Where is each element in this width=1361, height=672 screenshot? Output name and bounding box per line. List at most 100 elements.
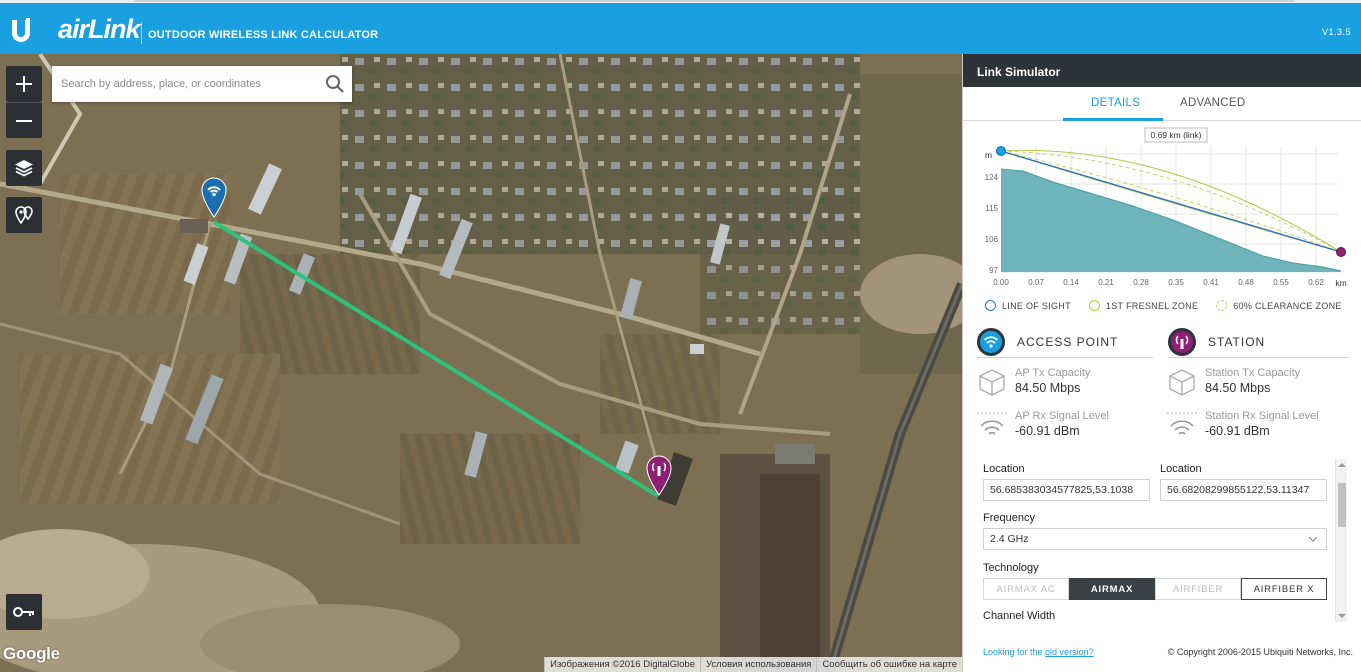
- line-of-sight-icon: [985, 300, 996, 311]
- satellite-map[interactable]: Google Изображения ©2016 DigitalGlobe Ус…: [0, 54, 962, 672]
- scroll-up-icon[interactable]: [1338, 462, 1346, 468]
- tech-airmax-ac-button[interactable]: AIRMAX AC: [983, 578, 1069, 600]
- station-tx-value: 84.50 Mbps: [1205, 381, 1271, 395]
- x-unit: km: [1335, 278, 1346, 288]
- x-tick: 0.35: [1168, 278, 1184, 287]
- y-tick: 124: [985, 173, 999, 182]
- access-point-marker[interactable]: [200, 176, 228, 218]
- old-version-link[interactable]: old version?: [1045, 647, 1094, 657]
- x-tick: 0.62: [1308, 278, 1324, 287]
- form-scrollbar[interactable]: [1335, 459, 1347, 622]
- imagery-credit: Изображения ©2016 DigitalGlobe: [544, 657, 700, 672]
- zoom-out-button[interactable]: [6, 102, 42, 138]
- tab-advanced[interactable]: ADVANCED: [1180, 97, 1245, 109]
- tab-details[interactable]: DETAILS: [1091, 97, 1140, 109]
- report-error-link[interactable]: Сообщить об ошибке на карте: [816, 657, 962, 672]
- copyright: © Copyright 2006-2015 Ubiquiti Networks,…: [1167, 647, 1353, 657]
- panel-tabs: DETAILS ADVANCED: [963, 87, 1361, 121]
- map-attribution: Изображения ©2016 DigitalGlobe Условия и…: [544, 657, 962, 672]
- search-box[interactable]: [52, 66, 352, 102]
- x-tick: 0.00: [993, 278, 1009, 287]
- link-settings-form: Location Location 56.685383034577825,53.…: [977, 459, 1335, 622]
- plus-icon: [16, 76, 32, 92]
- signal-icon: [977, 412, 1007, 435]
- station-endpoint[interactable]: [1336, 247, 1346, 257]
- map-layers-button[interactable]: [6, 150, 42, 186]
- technology-label: Technology: [983, 562, 1039, 574]
- access-point-header: ACCESS POINT: [977, 326, 1153, 358]
- search-icon[interactable]: [324, 73, 346, 95]
- station-rx-signal: Station Rx Signal Level -60.91 dBm: [1167, 410, 1319, 440]
- link-simulator-panel: Link Simulator DETAILS ADVANCED 0.69 km …: [962, 54, 1361, 672]
- frequency-value: 2.4 GHz: [990, 533, 1029, 545]
- browser-edge: [0, 0, 1361, 3]
- ap-rx-value: -60.91 dBm: [1015, 424, 1080, 438]
- tech-airfiber-button[interactable]: AIRFIBER: [1155, 578, 1241, 600]
- locations-button[interactable]: [6, 197, 42, 233]
- ap-tx-label: AP Tx Capacity: [1015, 367, 1091, 379]
- access-point-title: ACCESS POINT: [1017, 334, 1119, 349]
- key-icon: [13, 607, 34, 617]
- cube-icon: [1169, 369, 1195, 396]
- key-button[interactable]: [6, 594, 42, 630]
- ap-rx-signal: AP Rx Signal Level -60.91 dBm: [977, 410, 1109, 440]
- panel-footer: Looking for the old version? © Copyright…: [983, 647, 1353, 657]
- legend-line-of-sight: LINE OF SIGHT: [985, 300, 1071, 311]
- x-tick: 0.48: [1238, 278, 1254, 287]
- active-tab-indicator: [1063, 118, 1163, 121]
- cube-icon: [979, 369, 1005, 396]
- legend-label: 1ST FRESNEL ZONE: [1105, 300, 1199, 311]
- app-subtitle: OUTDOOR WIRELESS LINK CALCULATOR: [148, 29, 379, 41]
- x-tick: 0.21: [1098, 278, 1114, 287]
- ap-endpoint[interactable]: [996, 146, 1006, 156]
- tech-airmax-button[interactable]: AIRMAX: [1069, 578, 1155, 600]
- app-brand[interactable]: airLink: [58, 14, 141, 45]
- layers-icon: [15, 160, 33, 177]
- ap-location-label: Location: [983, 463, 1025, 475]
- panel-title: Link Simulator: [963, 54, 1361, 87]
- scroll-down-icon[interactable]: [1338, 613, 1346, 619]
- brand-divider: [141, 22, 142, 44]
- station-rx-value: -60.91 dBm: [1205, 424, 1270, 438]
- ap-location-input[interactable]: 56.685383034577825,53.1038: [983, 479, 1150, 501]
- google-logo: Google: [3, 644, 60, 663]
- frequency-select[interactable]: 2.4 GHz: [983, 528, 1327, 550]
- ap-rx-label: AP Rx Signal Level: [1015, 410, 1109, 422]
- terms-link[interactable]: Условия использования: [699, 657, 816, 672]
- station-antenna-icon: [1168, 327, 1196, 356]
- station-rx-label: Station Rx Signal Level: [1205, 410, 1319, 422]
- x-tick: 0.55: [1273, 278, 1289, 287]
- search-input[interactable]: [52, 66, 316, 102]
- tech-airfiber-x-button[interactable]: AIRFIBER X: [1241, 578, 1327, 600]
- station-title: STATION: [1208, 334, 1266, 349]
- map-imagery: [0, 54, 962, 672]
- ap-tx-capacity: AP Tx Capacity 84.50 Mbps: [977, 367, 1090, 397]
- link-distance-label: 0.69 km (link): [1150, 130, 1201, 140]
- station-location-label: Location: [1160, 463, 1202, 475]
- station-tx-capacity: Station Tx Capacity 84.50 Mbps: [1167, 367, 1300, 397]
- station-location-input[interactable]: 56.68208299855122,53.11347: [1160, 479, 1327, 501]
- elevation-profile[interactable]: 0.69 km (link) m 124 115 106 97 0.00 0.0…: [963, 124, 1361, 299]
- signal-icon: [1167, 412, 1197, 435]
- chevron-down-icon: [1308, 536, 1318, 542]
- app-version: V1.3.5: [1321, 27, 1351, 37]
- y-tick: 97: [989, 266, 998, 275]
- ubiquiti-logo-icon[interactable]: [9, 18, 33, 44]
- station-header: STATION: [1168, 326, 1348, 358]
- y-tick: 106: [985, 235, 999, 244]
- frequency-label: Frequency: [983, 512, 1035, 524]
- x-tick: 0.07: [1028, 278, 1044, 287]
- fresnel-zone-icon: [1088, 300, 1100, 311]
- legend-clearance: 60% CLEARANCE ZONE: [1216, 300, 1341, 311]
- y-tick: 115: [985, 204, 998, 213]
- clearance-zone-icon: [1216, 300, 1228, 311]
- scroll-thumb[interactable]: [1338, 483, 1346, 527]
- map-pins-icon: [15, 206, 33, 225]
- ap-tx-value: 84.50 Mbps: [1015, 381, 1081, 395]
- old-version-prefix: Looking for the: [983, 647, 1046, 657]
- legend-label: 60% CLEARANCE ZONE: [1233, 300, 1342, 311]
- legend-fresnel: 1ST FRESNEL ZONE: [1088, 300, 1199, 311]
- station-marker[interactable]: [645, 454, 673, 496]
- zoom-in-button[interactable]: [6, 66, 42, 102]
- y-unit: m: [985, 150, 992, 160]
